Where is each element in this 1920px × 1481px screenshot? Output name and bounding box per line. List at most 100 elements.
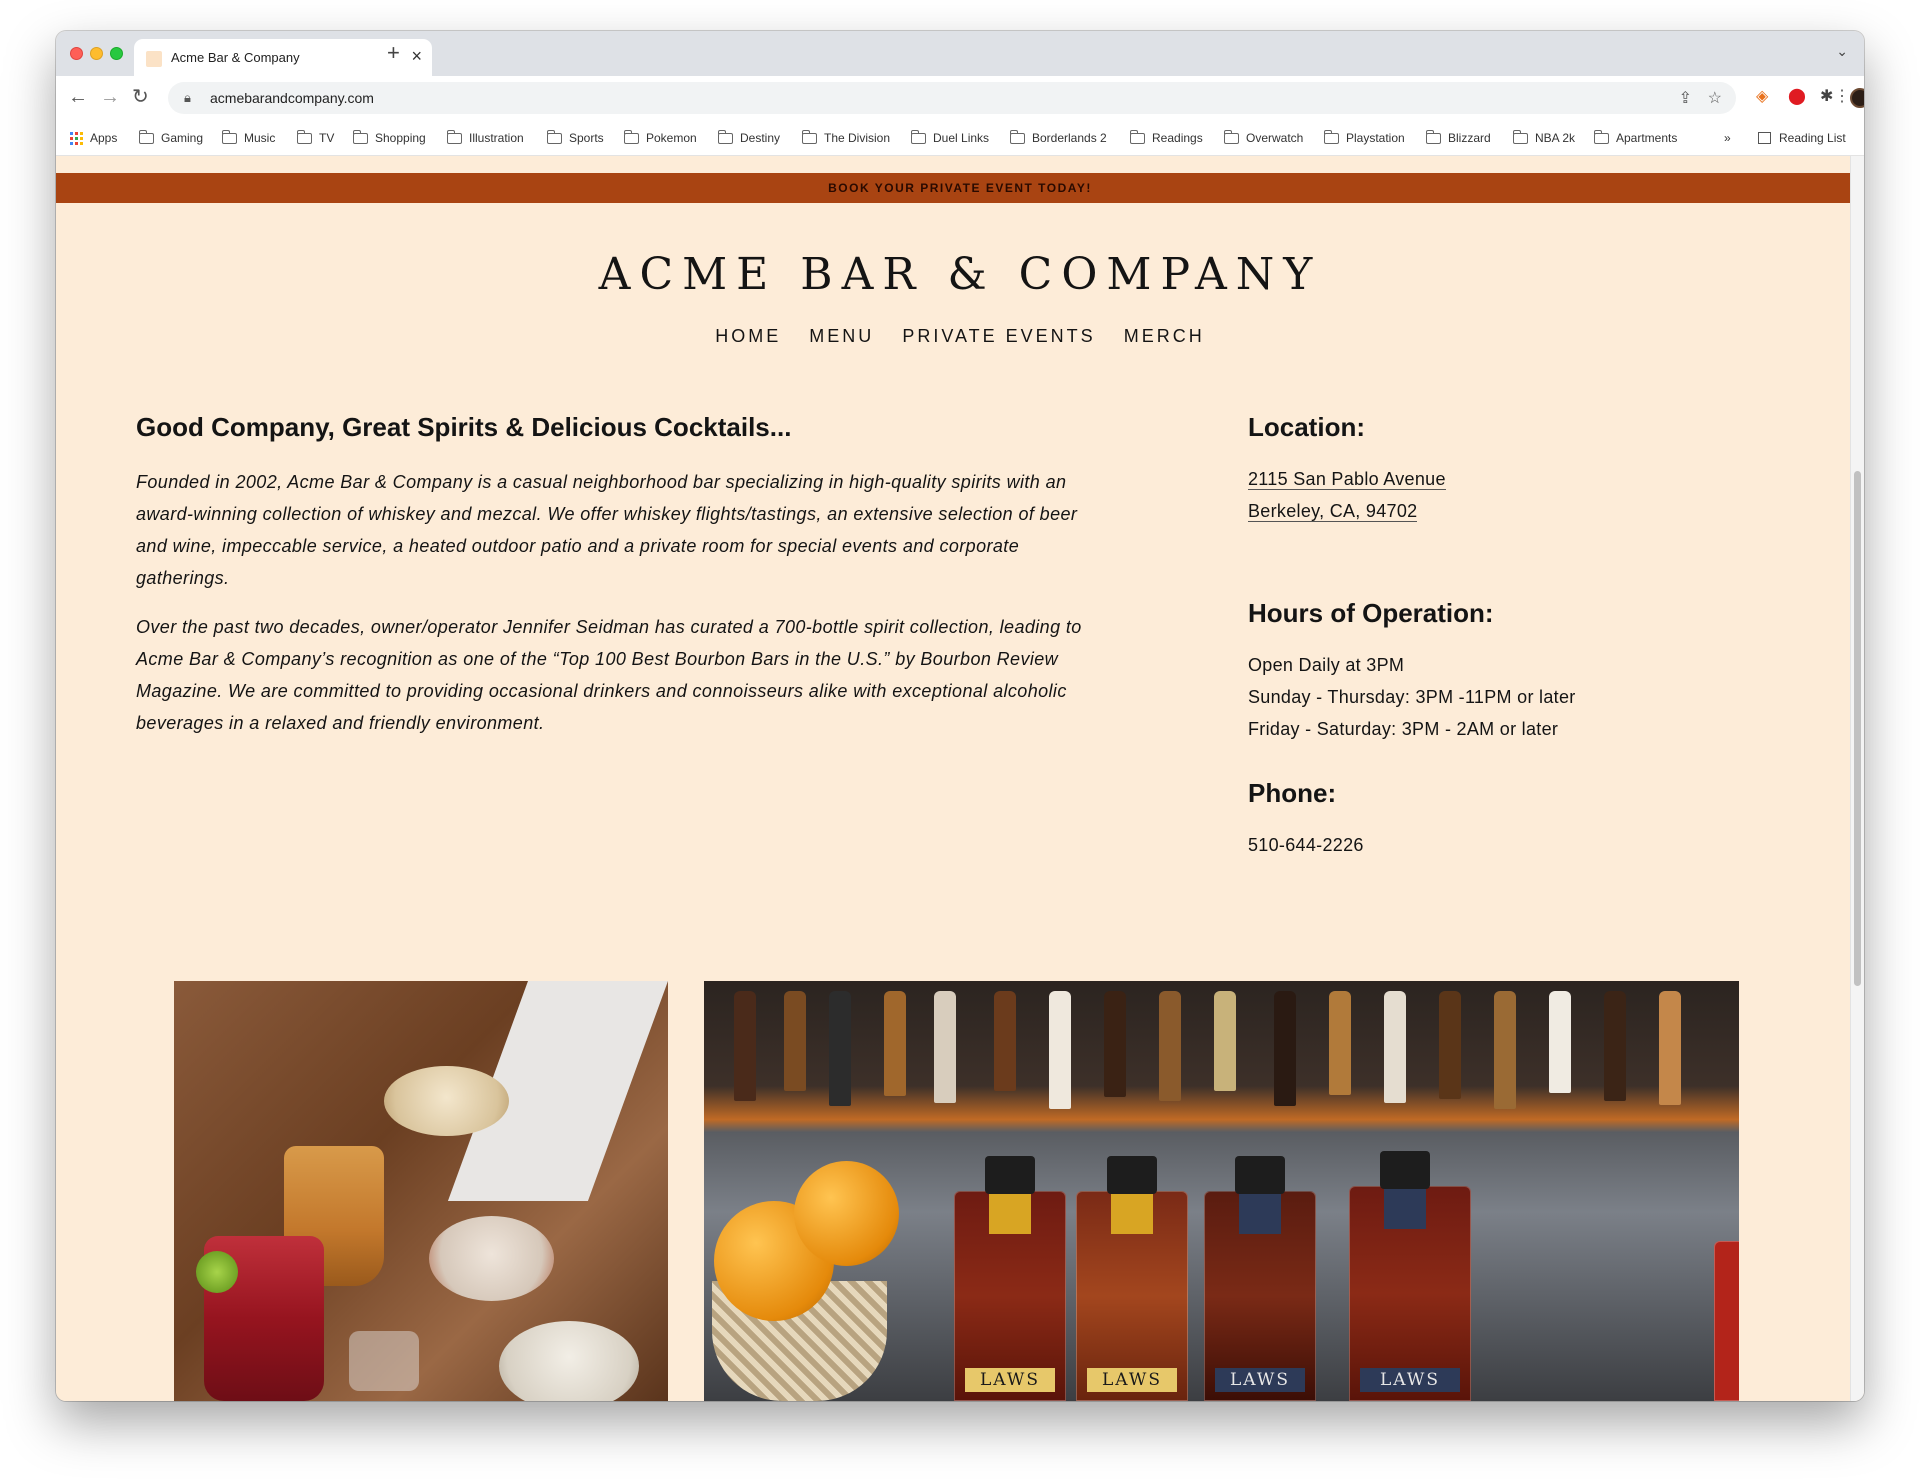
bookmark-folder[interactable]: Pokemon: [623, 129, 697, 145]
shelf-bottle: [1439, 991, 1461, 1099]
folder-icon: [623, 129, 639, 144]
white-cocktail-glass: [499, 1321, 639, 1401]
laws-bottle: LAWS: [954, 1156, 1066, 1401]
minimize-window-button[interactable]: [90, 47, 103, 60]
folder-icon: [1223, 129, 1239, 144]
back-arrow-icon[interactable]: ←: [68, 87, 88, 107]
bottle-label: LAWS: [1215, 1368, 1305, 1392]
bookmark-folder[interactable]: Destiny: [717, 129, 780, 145]
laws-bottle: LAWS: [1349, 1151, 1471, 1401]
bottle-label: LAWS: [1087, 1368, 1177, 1392]
nav-menu[interactable]: MENU: [809, 326, 874, 346]
tab-title: Acme Bar & Company: [171, 50, 300, 65]
eggnog-glass: [384, 1066, 509, 1136]
opera-icon[interactable]: ⬤: [1788, 88, 1806, 106]
folder-icon: [296, 129, 312, 144]
tab-strip: Acme Bar & Company × + ⌄: [56, 31, 1864, 76]
bookmark-folder[interactable]: Readings: [1129, 129, 1203, 145]
hours-line: Friday - Saturday: 3PM - 2AM or later: [1248, 719, 1559, 739]
nav-merch[interactable]: MERCH: [1124, 326, 1205, 346]
folder-icon: [1129, 129, 1145, 144]
shelf-bottle: [734, 991, 756, 1101]
bookmark-folder[interactable]: Music: [221, 129, 275, 145]
location-section: Location: 2115 San Pablo Avenue Berkeley…: [1248, 412, 1446, 527]
forward-arrow-icon[interactable]: →: [100, 87, 120, 107]
site-title[interactable]: ACME BAR & COMPANY: [56, 249, 1864, 300]
scrollbar-thumb[interactable]: [1854, 471, 1861, 986]
nav-private-events[interactable]: PRIVATE EVENTS: [902, 326, 1095, 346]
share-icon[interactable]: ⇪: [1679, 88, 1692, 108]
bookmark-folder[interactable]: Playstation: [1323, 129, 1405, 145]
bookmark-folder[interactable]: Illustration: [446, 129, 524, 145]
shot-glass: [349, 1331, 419, 1391]
reading-list-button[interactable]: Reading List: [1758, 131, 1846, 145]
nav-home[interactable]: HOME: [715, 326, 781, 346]
bookmark-folder[interactable]: Shopping: [352, 129, 426, 145]
folder-icon: [221, 129, 237, 144]
menu-dots-icon[interactable]: ⋮: [1834, 88, 1850, 106]
address-bar[interactable]: 🔒︎ acmebarandcompany.com ⇪ ☆: [168, 82, 1736, 114]
bookmarks-bar: Apps Gaming Music TV Shopping Illustrati…: [56, 122, 1864, 156]
page-scrollbar[interactable]: [1850, 156, 1864, 1401]
folder-icon: [910, 129, 926, 144]
bookmark-folder[interactable]: Borderlands 2: [1009, 129, 1107, 145]
bookmark-folder[interactable]: Blizzard: [1425, 129, 1491, 145]
star-icon[interactable]: ☆: [1708, 88, 1722, 108]
bottle-neck-label: [1239, 1194, 1281, 1234]
laws-bottle: LAWS: [1204, 1156, 1316, 1401]
bookmark-folder[interactable]: The Division: [801, 129, 890, 145]
puzzle-icon[interactable]: ✱: [1820, 88, 1833, 106]
folder-icon: [801, 129, 817, 144]
shelf-bottle: [784, 991, 806, 1091]
maximize-window-button[interactable]: [110, 47, 123, 60]
folder-icon: [717, 129, 733, 144]
about-heading: Good Company, Great Spirits & Delicious …: [136, 412, 792, 442]
bookmark-folder[interactable]: Sports: [546, 129, 604, 145]
bookmark-folder[interactable]: Gaming: [138, 129, 203, 145]
bookmark-folder[interactable]: TV: [296, 129, 334, 145]
announcement-banner[interactable]: BOOK YOUR PRIVATE EVENT TODAY!: [56, 173, 1864, 203]
folder-icon: [446, 129, 462, 144]
shelf-bottle: [1049, 991, 1071, 1109]
bottle-cap: [985, 1156, 1035, 1194]
shelf-bottle: [829, 991, 851, 1106]
close-window-button[interactable]: [70, 47, 83, 60]
bookmark-folder[interactable]: Duel Links: [910, 129, 989, 145]
bottle-neck-label: [1111, 1194, 1153, 1234]
close-icon[interactable]: ×: [411, 46, 422, 66]
lime-garnish: [196, 1251, 238, 1293]
shelf-bottle: [1159, 991, 1181, 1101]
new-tab-icon[interactable]: +: [387, 42, 400, 64]
bottle-label: LAWS: [1360, 1368, 1460, 1392]
bottle-neck-label: [1384, 1189, 1426, 1229]
folder-icon: [1593, 129, 1609, 144]
shelf-bottle: [884, 991, 906, 1096]
bookmark-folder[interactable]: Overwatch: [1223, 129, 1303, 145]
orange: [794, 1161, 899, 1266]
bookmark-folder[interactable]: Apartments: [1593, 129, 1677, 145]
address-line2-link[interactable]: Berkeley, CA, 94702: [1248, 501, 1418, 522]
shelf-bottle: [1549, 991, 1571, 1093]
reload-icon[interactable]: ↻: [132, 87, 149, 107]
avatar[interactable]: [1850, 88, 1864, 108]
apps-grid-icon: [70, 131, 83, 145]
about-paragraph: Over the past two decades, owner/operato…: [136, 617, 1082, 733]
extension-diamond-icon[interactable]: ◈: [1756, 88, 1768, 106]
bottle-label: LAWS: [965, 1368, 1055, 1392]
bookmark-apps[interactable]: Apps: [70, 131, 117, 145]
url-text[interactable]: acmebarandcompany.com: [210, 90, 374, 106]
address-line1-link[interactable]: 2115 San Pablo Avenue: [1248, 469, 1446, 490]
chevron-down-icon[interactable]: ⌄: [1836, 43, 1848, 60]
more-bookmarks-button[interactable]: »: [1724, 131, 1731, 145]
location-heading: Location:: [1248, 412, 1365, 442]
phone-heading: Phone:: [1248, 778, 1337, 808]
browser-window: Acme Bar & Company × + ⌄ ← → ↻ 🔒︎ acmeba…: [56, 31, 1864, 1401]
sour-cocktail-glass: [429, 1216, 554, 1301]
bar-bottles-photo: LAWS LAWS LAWS LAWS: [704, 981, 1739, 1401]
folder-icon: [1009, 129, 1025, 144]
folder-icon: [546, 129, 562, 144]
hours-line: Open Daily at 3PM: [1248, 655, 1405, 675]
shelf-bottle: [1274, 991, 1296, 1106]
folder-icon: [1425, 129, 1441, 144]
bookmark-folder[interactable]: NBA 2k: [1512, 129, 1575, 145]
